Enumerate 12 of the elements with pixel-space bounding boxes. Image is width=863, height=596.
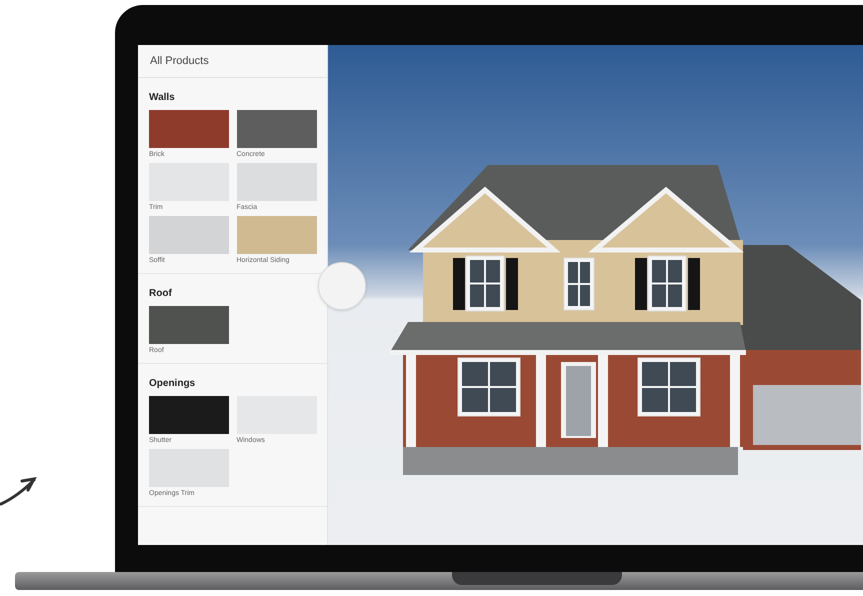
material-swatch[interactable] xyxy=(149,306,229,344)
material-swatch[interactable] xyxy=(149,216,229,254)
section-heading: Roof xyxy=(149,287,173,301)
sidebar-title: All Products xyxy=(138,45,327,78)
section-heading: Walls xyxy=(149,91,176,105)
material-swatch[interactable] xyxy=(236,163,316,201)
material-swatch[interactable] xyxy=(149,110,229,148)
material-swatch[interactable] xyxy=(236,110,316,148)
section-heading: Openings xyxy=(149,377,196,391)
material-swatch[interactable] xyxy=(236,216,316,254)
material-swatch[interactable] xyxy=(149,396,229,434)
arrow-icon xyxy=(0,474,38,506)
